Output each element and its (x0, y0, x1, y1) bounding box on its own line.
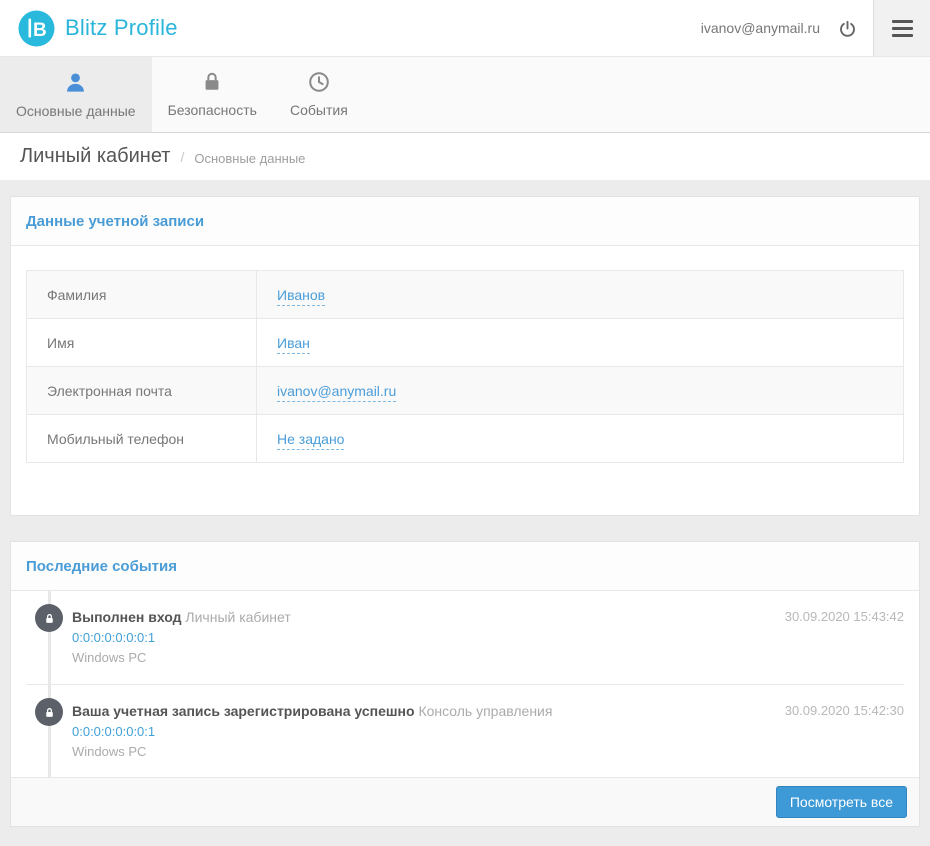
hamburger-menu-button[interactable] (873, 0, 930, 56)
tab-bar: Основные данные Безопасность События (0, 57, 930, 133)
power-icon (838, 19, 857, 38)
event-item-registration: Ваша учетная запись зарегистрирована усп… (26, 684, 904, 777)
recent-events-card: Последние события Выполнен вход Личный к… (10, 541, 920, 827)
event-timestamp: 30.09.2020 15:43:42 (784, 609, 904, 624)
event-headline: Ваша учетная запись зарегистрирована усп… (72, 701, 904, 721)
tab-main-data[interactable]: Основные данные (0, 57, 152, 132)
account-card-title: Данные учетной записи (11, 197, 919, 246)
event-title: Ваша учетная запись зарегистрирована усп… (72, 703, 415, 719)
app-title: Blitz Profile (65, 15, 178, 40)
lock-icon (201, 71, 223, 93)
field-label-name: Имя (26, 318, 257, 367)
field-value-surname[interactable]: Иванов (277, 286, 326, 306)
hamburger-icon (891, 19, 913, 37)
field-label-email: Электронная почта (26, 366, 257, 415)
table-row: Электронная почта ivanov@anymail.ru (26, 366, 904, 415)
table-row: Имя Иван (26, 318, 904, 367)
clock-icon (308, 71, 330, 93)
event-ip: 0:0:0:0:0:0:0:1 (72, 724, 156, 739)
account-table: Фамилия Иванов Имя Иван Электронная почт… (26, 270, 904, 463)
tab-label: Основные данные (16, 102, 136, 119)
blitz-logo-icon: B (18, 10, 55, 47)
field-value-email[interactable]: ivanov@anymail.ru (277, 382, 397, 402)
header-right: ivanov@anymail.ru (701, 0, 930, 56)
event-lock-icon (35, 698, 63, 726)
brand: B Blitz Profile (0, 10, 178, 47)
user-email: ivanov@anymail.ru (700, 20, 820, 36)
logout-button[interactable] (836, 17, 859, 40)
event-context: Консоль управления (418, 703, 553, 719)
field-value-name[interactable]: Иван (277, 334, 310, 354)
breadcrumb: Личный кабинет / Основные данные (0, 133, 930, 180)
table-row: Фамилия Иванов (26, 270, 904, 319)
main-content: Данные учетной записи Фамилия Иванов Имя… (0, 180, 930, 846)
svg-text:B: B (33, 20, 47, 41)
tab-security[interactable]: Безопасность (152, 57, 273, 132)
breadcrumb-section: Основные данные (194, 150, 306, 166)
events-card-footer: Посмотреть все (11, 777, 919, 826)
event-device: Windows PC (72, 650, 147, 665)
event-title: Выполнен вход (72, 609, 182, 625)
field-label-phone: Мобильный телефон (26, 414, 257, 463)
event-headline: Выполнен вход Личный кабинет (72, 607, 904, 627)
event-context: Личный кабинет (185, 609, 291, 625)
breadcrumb-title: Личный кабинет (20, 145, 171, 167)
tab-label: Безопасность (167, 102, 257, 118)
app-header: B Blitz Profile ivanov@anymail.ru (0, 0, 930, 57)
breadcrumb-separator: / (180, 148, 185, 165)
view-all-button[interactable]: Посмотреть все (775, 786, 907, 818)
event-device: Windows PC (72, 744, 147, 759)
events-card-title: Последние события (11, 542, 919, 591)
event-lock-icon (35, 604, 63, 632)
event-item-login: Выполнен вход Личный кабинет 0:0:0:0:0:0… (26, 591, 904, 684)
tab-label: События (290, 102, 348, 118)
table-row: Мобильный телефон Не задано (26, 414, 904, 463)
event-ip: 0:0:0:0:0:0:0:1 (72, 630, 156, 645)
field-label-surname: Фамилия (26, 270, 257, 319)
account-data-card: Данные учетной записи Фамилия Иванов Имя… (10, 196, 920, 516)
tab-events[interactable]: События (273, 57, 365, 132)
field-value-phone[interactable]: Не задано (277, 430, 345, 450)
blitz-profile-page: B Blitz Profile ivanov@anymail.ru Основн… (0, 0, 930, 846)
user-icon (64, 71, 87, 94)
account-card-body: Фамилия Иванов Имя Иван Электронная почт… (11, 246, 919, 515)
event-timestamp: 30.09.2020 15:42:30 (784, 703, 904, 718)
events-list: Выполнен вход Личный кабинет 0:0:0:0:0:0… (11, 591, 919, 777)
